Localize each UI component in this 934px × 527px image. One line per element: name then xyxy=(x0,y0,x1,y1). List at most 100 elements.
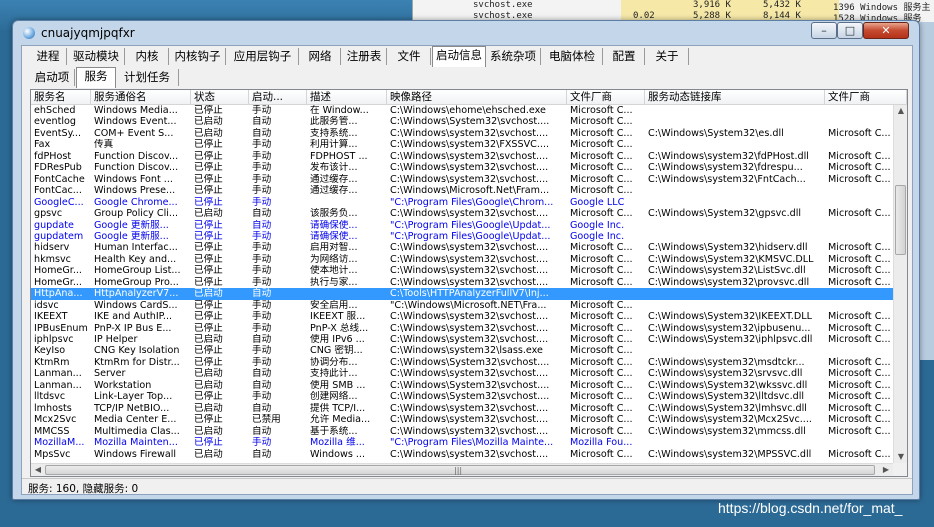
table-row[interactable]: hkmsvc Health Key and... 已停止 手动 为网络访... C:\Wi… xyxy=(31,254,893,265)
tab-main-11[interactable]: 配置 xyxy=(604,48,645,65)
table-cell: gupdatem xyxy=(34,230,84,242)
tab-main-5[interactable]: 网络 xyxy=(300,48,341,65)
table-cell: C:\Windows\System32\gpsvc.dll xyxy=(648,208,802,220)
table-cell: 手动 xyxy=(252,356,272,368)
vertical-scroll-thumb[interactable] xyxy=(895,185,906,255)
column-header-6[interactable]: 文件厂商 xyxy=(567,90,645,104)
tab-main-0[interactable]: 进程 xyxy=(30,48,67,65)
scroll-right-icon[interactable]: ▶ xyxy=(879,464,893,476)
scroll-down-icon[interactable]: ▼ xyxy=(894,451,907,463)
table-cell: 已停止 xyxy=(194,414,223,426)
tab-main-12[interactable]: 关于 xyxy=(646,48,689,65)
table-cell: C:\Windows\system32\MPSSVC.dll xyxy=(648,448,812,460)
table-cell: 通过缓存... xyxy=(310,185,358,197)
table-row[interactable]: MozillaM... Mozilla Mainten... 已停止 手动 Mozill… xyxy=(31,437,893,448)
table-cell: Google 更新服... xyxy=(94,230,169,242)
tab-main-8[interactable]: 启动信息 xyxy=(432,46,486,67)
table-row[interactable]: HomeGr... HomeGroup Pro... 已停止 手动 执行与家... C:\… xyxy=(31,277,893,288)
table-cell: C:\Windows\system32\provsvc.dll xyxy=(648,276,810,288)
table-cell: C:\Windows\System32\svchost.... xyxy=(390,379,550,391)
table-row[interactable]: lmhosts TCP/IP NetBIO... 已启动 自动 提供 TCP/I... C… xyxy=(31,403,893,414)
table-cell: Microsoft C... xyxy=(570,299,633,311)
column-header-4[interactable]: 描述 xyxy=(307,90,387,104)
table-row[interactable]: gpsvc Group Policy Cli... 已启动 自动 该服务负... C:\W… xyxy=(31,208,893,219)
tab-main-7[interactable]: 文件 xyxy=(388,48,431,65)
table-row[interactable]: Mcx2Svc Media Center E... 已停止 已禁用 允许 Media..… xyxy=(31,414,893,425)
watermark-text: https://blog.csdn.net/for_mat_ xyxy=(718,500,903,516)
table-row[interactable]: FDResPub Function Discov... 已停止 手动 发布该计... C:… xyxy=(31,162,893,173)
table-row[interactable]: FontCac... Windows Prese... 已停止 手动 通过缓存... C:… xyxy=(31,185,893,196)
table-cell: Microsoft C... xyxy=(828,173,891,185)
column-header-2[interactable]: 状态 xyxy=(191,90,249,104)
tab-sub-1[interactable]: 服务 xyxy=(76,67,116,88)
table-row[interactable]: ehSched Windows Media... 已停止 手动 在 Window... C… xyxy=(31,105,893,116)
table-cell: 已启动 xyxy=(194,334,223,345)
maximize-button[interactable]: □ xyxy=(837,22,863,39)
tab-main-6[interactable]: 注册表 xyxy=(342,48,387,65)
tab-main-3[interactable]: 内核钩子 xyxy=(170,48,226,65)
table-cell xyxy=(825,105,893,116)
table-row[interactable]: iphlpsvc IP Helper 已启动 自动 使用 IPv6 ... C:\Wind… xyxy=(31,334,893,345)
table-row[interactable]: Lanman... Workstation 已启动 自动 使用 SMB ... C:\Wi… xyxy=(31,380,893,391)
table-row[interactable]: HomeGr... HomeGroup List... 已停止 手动 使本地计... C:… xyxy=(31,265,893,276)
scroll-up-icon[interactable]: ▲ xyxy=(894,105,907,117)
table-row[interactable]: EventSy... COM+ Event S... 已启动 自动 支持系统... C:\… xyxy=(31,128,893,139)
table-row[interactable]: IKEEXT IKE and AuthIP... 已停止 手动 IKEEXT 服... C… xyxy=(31,311,893,322)
table-cell xyxy=(645,288,825,299)
horizontal-scrollbar[interactable]: ◀ ||| ▶ xyxy=(31,463,893,476)
table-row[interactable]: eventlog Windows Event... 已启动 自动 此服务管... C:\W… xyxy=(31,116,893,127)
table-row[interactable]: fdPHost Function Discov... 已停止 手动 FDPHOST ..… xyxy=(31,151,893,162)
table-cell: hkmsvc xyxy=(34,253,71,265)
tab-sub-0[interactable]: 启动项 xyxy=(30,69,75,86)
column-header-5[interactable]: 映像路径 xyxy=(387,90,567,104)
table-row[interactable]: FontCache Windows Font ... 已停止 手动 通过缓存... C:\… xyxy=(31,174,893,185)
column-header-0[interactable]: 服务名 xyxy=(31,90,91,104)
table-cell: C:\Windows\System32\IKEEXT.DLL xyxy=(648,311,812,323)
table-row[interactable]: Fax 传真 已停止 手动 利用计算... C:\Windows\system32\FXS… xyxy=(31,139,893,150)
table-row[interactable]: GoogleC... Google Chrome... 已停止 手动 "C:\Progr… xyxy=(31,197,893,208)
horizontal-scroll-thumb[interactable]: ||| xyxy=(45,465,875,475)
table-row[interactable]: gupdate Google 更新服... 已停止 自动 请确保使... "C:\Prog… xyxy=(31,220,893,231)
table-row[interactable]: IPBusEnum PnP-X IP Bus E... 已停止 手动 PnP-X 总线.… xyxy=(31,323,893,334)
column-header-3[interactable]: 启动... xyxy=(249,90,307,104)
tab-main-1[interactable]: 驱动模块 xyxy=(68,48,125,65)
table-cell: hidserv xyxy=(34,242,70,254)
table-cell: FDResPub xyxy=(34,162,82,174)
table-cell: Lanman... xyxy=(34,368,82,380)
table-row[interactable]: idsvc Windows CardS... 已停止 手动 安全启用... "C:\Win… xyxy=(31,300,893,311)
table-row[interactable]: lltdsvc Link-Layer Top... 已停止 手动 创建网络... C:\W… xyxy=(31,391,893,402)
table-row[interactable]: KeyIso CNG Key Isolation 已停止 手动 CNG 密钥... C:\… xyxy=(31,345,893,356)
column-header-7[interactable]: 服务动态链接库 xyxy=(645,90,825,104)
scroll-left-icon[interactable]: ◀ xyxy=(31,464,45,476)
tab-main-10[interactable]: 电脑体检 xyxy=(542,48,603,65)
table-cell: 已启动 xyxy=(194,116,223,128)
table-cell: C:\Windows\system32\svchost.... xyxy=(390,322,549,334)
vertical-scrollbar[interactable]: ▲ ▼ xyxy=(893,105,907,463)
close-button[interactable]: ✕ xyxy=(863,22,909,39)
table-cell: PnP-X 总线... xyxy=(310,322,369,334)
table-row[interactable]: MMCSS Multimedia Clas... 已启动 自动 基于系统... C:\Wi… xyxy=(31,426,893,437)
table-cell: Microsoft C... xyxy=(828,334,891,345)
table-row[interactable]: gupdatem Google 更新服... 已停止 手动 请确保使... "C:\Pro… xyxy=(31,231,893,242)
table-cell: FontCac... xyxy=(34,185,82,197)
tab-main-4[interactable]: 应用层钩子 xyxy=(227,48,299,65)
table-cell: 已停止 xyxy=(194,105,223,116)
tab-sub-2[interactable]: 计划任务 xyxy=(116,69,179,86)
table-cell xyxy=(307,197,387,208)
column-header-8[interactable]: 文件厂商 xyxy=(825,90,907,104)
table-row[interactable]: HttpAna... HttpAnalyzerV7... 已启动 自动 C:\Tools… xyxy=(31,288,893,300)
minimize-button[interactable]: – xyxy=(811,22,837,39)
table-row[interactable]: Lanman... Server 已启动 自动 支持此计... C:\Windows\sy… xyxy=(31,368,893,379)
table-cell: MMCSS xyxy=(34,425,70,437)
column-header-1[interactable]: 服务通俗名 xyxy=(91,90,191,104)
table-cell: C:\Windows\System32\lltdsvc.dll xyxy=(648,391,805,403)
tab-main-9[interactable]: 系统杂项 xyxy=(486,48,541,65)
tab-main-2[interactable]: 内核 xyxy=(126,48,169,65)
title-bar[interactable]: cnuajyqmjpqfxr – □ ✕ xyxy=(13,21,919,45)
table-cell: 手动 xyxy=(252,196,272,208)
table-cell: lltdsvc xyxy=(34,391,66,403)
table-row[interactable]: MpsSvc Windows Firewall 已启动 自动 Windows ... C:… xyxy=(31,449,893,460)
table-row[interactable]: KtmRm KtmRm for Distr... 已停止 手动 协调分布... C:\Wi… xyxy=(31,357,893,368)
window-title: cnuajyqmjpqfxr xyxy=(41,26,135,40)
table-row[interactable]: hidserv Human Interfac... 已停止 手动 启用对智... C:\W… xyxy=(31,242,893,253)
